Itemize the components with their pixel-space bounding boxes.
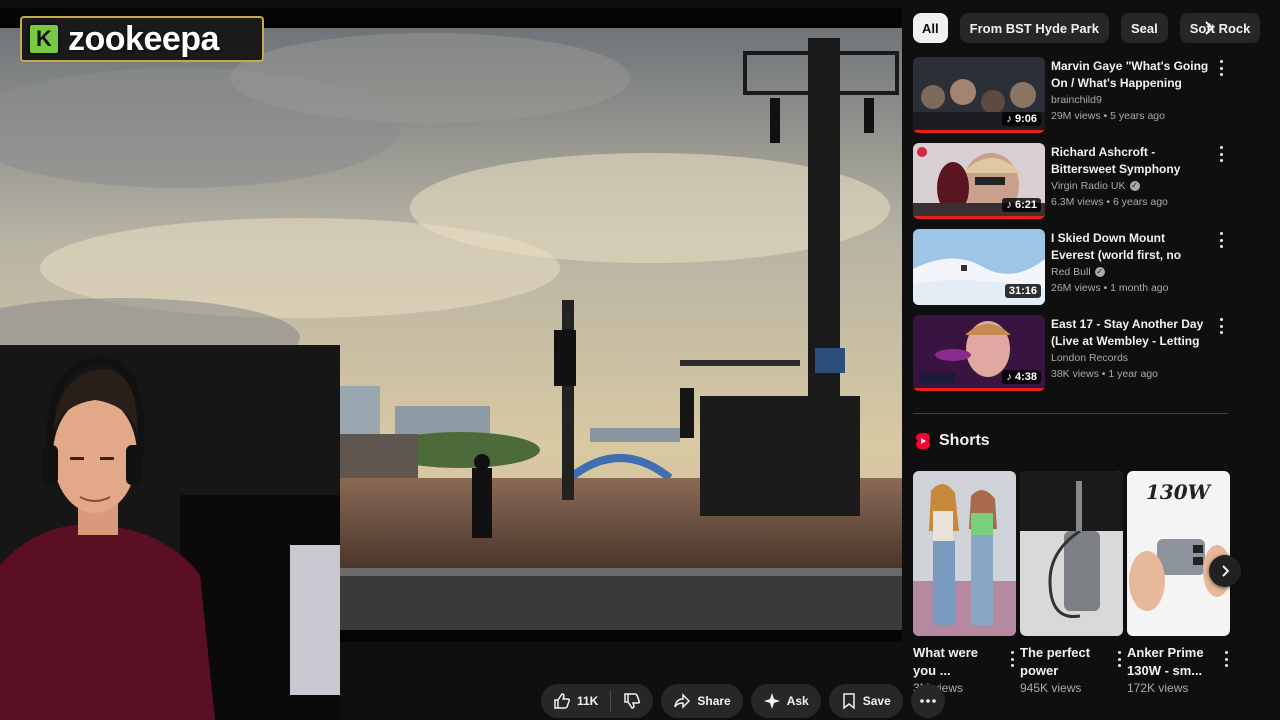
channel-name-text: Virgin Radio UK (1051, 180, 1126, 192)
more-actions-button[interactable] (910, 684, 945, 718)
verified-icon: ✓ (1094, 267, 1105, 277)
like-button[interactable]: 11K (541, 684, 610, 718)
related-video[interactable]: 31:16 I Skied Down Mount Everest (world … (913, 229, 1233, 315)
thumbnail-image (1020, 471, 1123, 636)
short-thumbnail[interactable] (913, 471, 1016, 636)
video-meta: I Skied Down Mount Everest (world first,… (1051, 229, 1211, 315)
short-item[interactable]: The perfect power bank... 945K views (1020, 471, 1123, 695)
more-actions-icon[interactable] (1117, 651, 1121, 667)
video-thumbnail[interactable]: ♪ 4:38 (913, 315, 1045, 391)
short-title[interactable]: Anker Prime 130W - sm... (1127, 644, 1209, 680)
verified-icon: ✓ (1129, 181, 1140, 191)
more-horizontal-icon (919, 699, 936, 703)
channel-name-text: Red Bull (1051, 266, 1091, 278)
video-stats: 29M views • 5 years ago (1051, 110, 1165, 122)
shorts-heading: Shorts (939, 432, 990, 449)
ask-label: Ask (786, 694, 809, 708)
like-count: 11K (577, 694, 599, 708)
video-duration: 31:16 (1004, 284, 1041, 298)
thumbs-up-icon (554, 693, 571, 709)
shorts-shelf: What were you ... 3M views The perfect p… (913, 471, 1230, 695)
video-thumbnail[interactable]: 31:16 (913, 229, 1045, 305)
short-views: 172K views (1127, 681, 1189, 695)
sparkle-icon (763, 693, 780, 709)
watch-progress-bar (913, 216, 1045, 219)
video-meta: Marvin Gaye "What's Going On / What's Ha… (1051, 57, 1211, 143)
video-meta: Richard Ashcroft - Bittersweet Symphony … (1051, 143, 1211, 229)
channel-name-text: brainchild9 (1051, 94, 1102, 106)
video-thumbnail[interactable]: ♪ 6:21 (913, 143, 1045, 219)
channel-watermark: K zookeepa (20, 16, 264, 62)
video-stats: 26M views • 1 month ago (1051, 282, 1169, 294)
related-video[interactable]: ♪ 4:38 East 17 - Stay Another Day (Live … (913, 315, 1233, 401)
related-videos: ♪ 9:06 Marvin Gaye "What's Going On / Wh… (913, 57, 1233, 401)
video-stats: 38K views • 1 year ago (1051, 368, 1158, 380)
channel-name-text: London Records (1051, 352, 1129, 364)
watermark-text: zookeepa (68, 19, 219, 58)
video-title[interactable]: East 17 - Stay Another Day (Live at Wemb… (1051, 316, 1211, 349)
share-icon (674, 693, 691, 709)
video-title[interactable]: Marvin Gaye "What's Going On / What's Ha… (1051, 58, 1211, 91)
thumbnail-image (913, 471, 1016, 636)
dislike-button[interactable] (611, 684, 653, 718)
short-thumbnail[interactable] (1020, 471, 1123, 636)
video-duration: ♪ 9:06 (1002, 112, 1041, 126)
save-button[interactable]: Save (828, 684, 903, 718)
more-actions-icon[interactable] (1010, 651, 1014, 667)
channel-name[interactable]: Red Bull ✓ (1051, 266, 1211, 278)
shorts-next-button[interactable] (1209, 555, 1241, 587)
youtube-watch-page: K zookeepa All From BST Hyde Park Seal S… (0, 0, 1280, 720)
chevron-right-icon (1205, 21, 1214, 35)
thumbnail-image: 130W (1127, 471, 1230, 636)
shorts-header: Shorts (915, 432, 990, 450)
more-actions-icon[interactable] (1219, 318, 1223, 334)
channel-name[interactable]: brainchild9 (1051, 94, 1211, 106)
channel-name[interactable]: Virgin Radio UK ✓ (1051, 180, 1211, 192)
webcam-overlay (0, 345, 340, 720)
chip-all[interactable]: All (913, 13, 948, 43)
video-meta: East 17 - Stay Another Day (Live at Wemb… (1051, 315, 1211, 401)
chips-next-button[interactable] (1194, 13, 1224, 43)
more-actions-icon[interactable] (1219, 232, 1223, 248)
watch-progress-bar (913, 130, 1045, 133)
watermark-k-icon: K (28, 23, 60, 55)
video-duration: ♪ 6:21 (1002, 198, 1041, 212)
video-stats: 6.3M views • 6 years ago (1051, 196, 1168, 208)
save-label: Save (862, 694, 891, 708)
video-thumbnail[interactable]: ♪ 9:06 (913, 57, 1045, 133)
streamer-image (0, 345, 340, 720)
share-label: Share (697, 694, 731, 708)
short-thumbnail[interactable]: 130W (1127, 471, 1230, 636)
thumbs-down-icon (624, 693, 641, 709)
more-actions-icon[interactable] (1219, 146, 1223, 162)
watch-progress-bar (913, 388, 1045, 391)
ask-button[interactable]: Ask (750, 684, 821, 718)
video-duration: ♪ 4:38 (1002, 370, 1041, 384)
bookmark-icon (842, 693, 855, 710)
section-divider (913, 413, 1228, 414)
video-actions: 11K Share Ask Save (541, 684, 945, 718)
more-actions-icon[interactable] (1224, 651, 1228, 667)
channel-name[interactable]: London Records (1051, 352, 1211, 364)
shorts-logo-icon (916, 433, 930, 449)
chip-seal[interactable]: Seal (1120, 13, 1168, 43)
like-dislike-group: 11K (541, 684, 654, 718)
chevron-right-icon (1222, 565, 1230, 577)
thumbnail-caption: 130W (1146, 480, 1213, 504)
more-actions-icon[interactable] (1219, 60, 1223, 76)
short-views: 945K views (1020, 681, 1082, 695)
related-video[interactable]: ♪ 6:21 Richard Ashcroft - Bittersweet Sy… (913, 143, 1233, 229)
share-button[interactable]: Share (661, 684, 743, 718)
chip-bst-hyde-park[interactable]: From BST Hyde Park (959, 13, 1109, 43)
related-video[interactable]: ♪ 9:06 Marvin Gaye "What's Going On / Wh… (913, 57, 1233, 143)
video-title[interactable]: Richard Ashcroft - Bittersweet Symphony … (1051, 144, 1211, 177)
video-title[interactable]: I Skied Down Mount Everest (world first,… (1051, 230, 1211, 263)
short-title[interactable]: The perfect power bank... (1020, 644, 1102, 680)
short-item[interactable]: What were you ... 3M views (913, 471, 1016, 695)
short-title[interactable]: What were you ... (913, 644, 995, 680)
